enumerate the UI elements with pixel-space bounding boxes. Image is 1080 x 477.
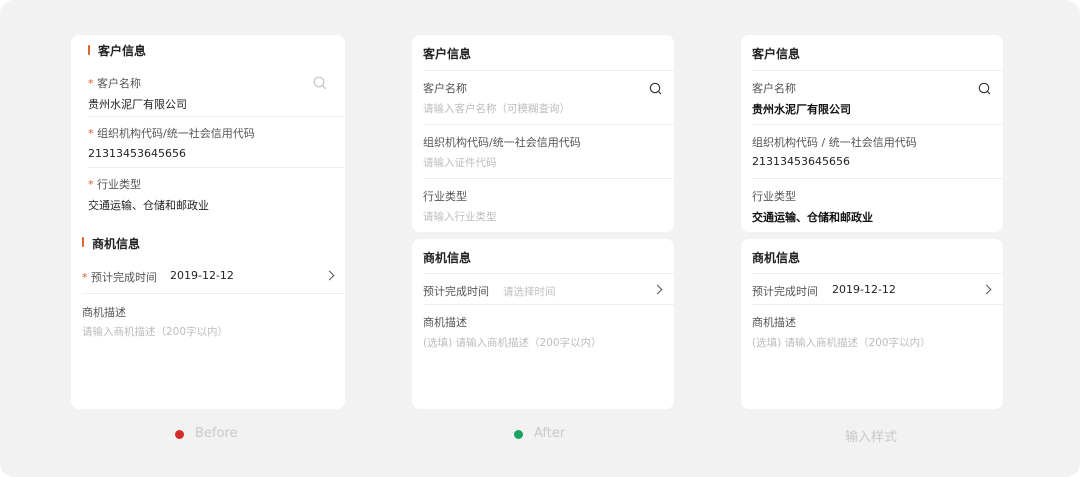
divider bbox=[752, 273, 1003, 274]
customer-name-input[interactable]: 贵州水泥厂有限公司 bbox=[752, 101, 851, 117]
customer-section-title: 客户信息 bbox=[752, 47, 801, 61]
divider bbox=[423, 304, 674, 305]
before-indicator-dot bbox=[175, 430, 184, 439]
divider bbox=[88, 167, 345, 168]
customer-section-title: 客户信息 bbox=[98, 44, 147, 58]
completion-time-picker[interactable]: 请选择时间 bbox=[503, 284, 556, 299]
customer-name-field[interactable]: 贵州水泥厂有限公司 bbox=[88, 96, 187, 112]
org-code-label: 组织机构代码/统一社会信用代码 bbox=[423, 136, 581, 149]
after-opportunity-card: 商机信息 预计完成时间 请选择时间 商机描述 (选填) 请输入商机描述（200字… bbox=[412, 239, 674, 409]
input-style-caption: 输入样式 bbox=[845, 430, 898, 445]
completion-time-label: 预计完成时间 bbox=[752, 285, 818, 298]
industry-label: 行业类型 bbox=[752, 190, 796, 203]
section-accent-bar bbox=[82, 237, 84, 247]
required-mark: * bbox=[82, 271, 88, 284]
industry-input[interactable]: 请输入行业类型 bbox=[423, 209, 497, 224]
org-code-input[interactable]: 21313453645656 bbox=[752, 155, 850, 168]
description-field[interactable]: 请输入商机描述（200字以内） bbox=[82, 324, 228, 339]
description-input[interactable]: (选填) 请输入商机描述（200字以内） bbox=[423, 335, 602, 350]
section-accent-bar bbox=[88, 45, 90, 55]
input-style-customer-card: 客户信息 客户名称 贵州水泥厂有限公司 组织机构代码 / 统一社会信用代码 21… bbox=[741, 35, 1003, 232]
chevron-right-icon[interactable] bbox=[981, 284, 992, 295]
search-icon[interactable] bbox=[978, 80, 991, 99]
org-code-field[interactable]: 21313453645656 bbox=[88, 147, 186, 160]
search-icon[interactable] bbox=[313, 75, 327, 94]
industry-field[interactable]: 交通运输、仓储和邮政业 bbox=[88, 197, 209, 213]
divider bbox=[423, 70, 674, 71]
after-customer-card: 客户信息 客户名称 请输入客户名称（可模糊查询） 组织机构代码/统一社会信用代码… bbox=[412, 35, 674, 232]
industry-input[interactable]: 交通运输、仓储和邮政业 bbox=[752, 209, 873, 225]
opportunity-section-title: 商机信息 bbox=[92, 237, 141, 251]
divider bbox=[423, 178, 674, 179]
industry-label: * 行业类型 bbox=[88, 178, 141, 191]
after-indicator-dot bbox=[514, 430, 523, 439]
completion-time-label: * 预计完成时间 bbox=[82, 271, 157, 284]
required-mark: * bbox=[88, 178, 94, 191]
customer-name-label: 客户名称 bbox=[752, 82, 796, 95]
search-icon[interactable] bbox=[649, 80, 662, 99]
description-label: 商机描述 bbox=[752, 316, 796, 329]
customer-name-label: 客户名称 bbox=[423, 82, 467, 95]
industry-label: 行业类型 bbox=[423, 190, 467, 203]
divider bbox=[88, 116, 345, 117]
org-code-label: 组织机构代码 / 统一社会信用代码 bbox=[752, 136, 917, 149]
chevron-right-icon[interactable] bbox=[652, 284, 663, 295]
description-label: 商机描述 bbox=[423, 316, 467, 329]
after-caption: After bbox=[534, 426, 566, 441]
org-code-input[interactable]: 请输入证件代码 bbox=[423, 155, 497, 170]
before-caption: Before bbox=[195, 426, 238, 441]
opportunity-section-title: 商机信息 bbox=[423, 251, 472, 265]
completion-time-field[interactable]: 2019-12-12 bbox=[170, 269, 234, 282]
required-mark: * bbox=[88, 77, 94, 90]
customer-section-title: 客户信息 bbox=[423, 47, 472, 61]
customer-name-label: * 客户名称 bbox=[88, 77, 141, 90]
description-label: 商机描述 bbox=[82, 306, 126, 319]
divider bbox=[82, 293, 345, 294]
completion-time-label: 预计完成时间 bbox=[423, 285, 489, 298]
divider bbox=[423, 124, 674, 125]
input-style-opportunity-card: 商机信息 预计完成时间 2019-12-12 商机描述 (选填) 请输入商机描述… bbox=[741, 239, 1003, 409]
comparison-canvas: 客户信息 * 客户名称 贵州水泥厂有限公司 * 组织机构代码/统一社会信用代码 … bbox=[0, 0, 1080, 477]
completion-time-picker[interactable]: 2019-12-12 bbox=[832, 283, 896, 296]
description-input[interactable]: (选填) 请输入商机描述（200字以内） bbox=[752, 335, 931, 350]
org-code-label: * 组织机构代码/统一社会信用代码 bbox=[88, 127, 255, 140]
before-form-card: 客户信息 * 客户名称 贵州水泥厂有限公司 * 组织机构代码/统一社会信用代码 … bbox=[71, 35, 345, 409]
divider bbox=[752, 124, 1003, 125]
divider bbox=[752, 178, 1003, 179]
opportunity-section-title: 商机信息 bbox=[752, 251, 801, 265]
customer-name-input[interactable]: 请输入客户名称（可模糊查询） bbox=[423, 101, 570, 116]
chevron-right-icon[interactable] bbox=[324, 270, 335, 281]
required-mark: * bbox=[88, 127, 94, 140]
divider bbox=[752, 70, 1003, 71]
divider bbox=[752, 304, 1003, 305]
divider bbox=[423, 273, 674, 274]
